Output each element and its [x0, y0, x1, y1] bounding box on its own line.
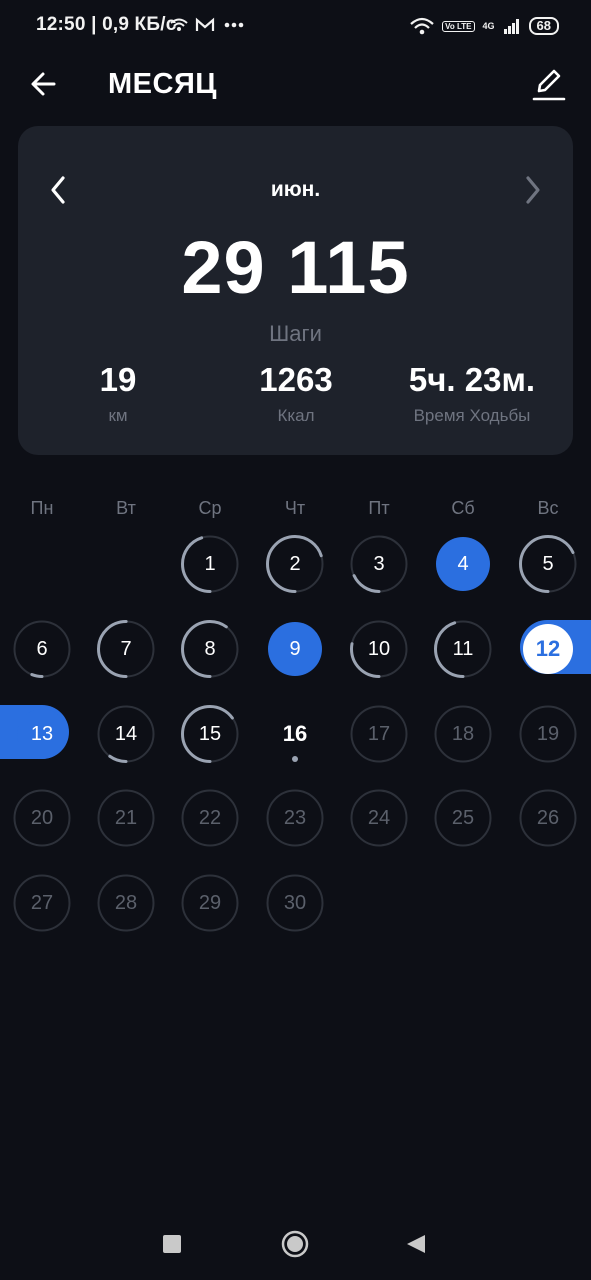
day-number: 27 [30, 892, 54, 914]
month-summary-card: июн. 29 115 Шаги 19 км 1263 Ккал 5ч. 23м… [18, 126, 573, 455]
day-number: 6 [36, 638, 48, 660]
wifi-signal-icon [410, 17, 434, 35]
calendar-day[interactable]: 19 [518, 704, 578, 764]
month-label: июн. [270, 178, 321, 201]
calendar-day[interactable]: 28 [96, 873, 156, 933]
calendar-day[interactable]: 26 [518, 788, 578, 848]
edit-icon[interactable] [531, 66, 567, 102]
steps-label: Шаги [269, 321, 322, 346]
distance-value: 19 [99, 361, 137, 398]
status-bar: 12:50 | 0,9 КБ/с Vo LTE 4G 68 [0, 0, 591, 52]
day-number: 23 [283, 807, 307, 829]
day-number: 13 [30, 723, 54, 745]
walk-time-value: 5ч. 23м. [408, 361, 536, 398]
calendar-day[interactable]: 12 [518, 619, 578, 679]
calendar-day[interactable]: 13 [12, 704, 72, 764]
weekday-label: Сб [451, 498, 475, 518]
day-number: 19 [536, 723, 560, 745]
day-number: 14 [114, 723, 138, 745]
network-type: 4G [482, 21, 495, 31]
day-number: 29 [198, 892, 222, 914]
day-number: 8 [204, 638, 216, 660]
back-arrow-icon[interactable] [28, 68, 60, 100]
calendar-day[interactable]: 21 [96, 788, 156, 848]
day-number: 17 [367, 723, 391, 745]
day-number: 25 [451, 807, 475, 829]
calendar-day[interactable]: 29 [180, 873, 240, 933]
day-number: 16 [282, 721, 308, 746]
cell-signal-icon [503, 19, 519, 34]
steps-total: 29 115 [181, 226, 410, 309]
day-number: 9 [289, 638, 301, 660]
weekday-label: Чт [284, 498, 306, 518]
day-number: 7 [120, 638, 132, 660]
calendar-day[interactable]: 5 [518, 534, 578, 594]
page-title: МЕСЯЦ [108, 68, 217, 100]
day-number: 18 [451, 723, 475, 745]
calendar-day[interactable]: 16 [265, 704, 325, 764]
weekday-label: Вс [537, 498, 559, 518]
walk-time-label: Время Ходьбы [413, 406, 531, 425]
distance-stat: 19 км [33, 360, 203, 426]
volte-indicator: Vo LTE [442, 20, 475, 32]
weekday-label: Вт [116, 498, 136, 518]
nav-back-icon[interactable] [404, 1232, 428, 1256]
calendar-day[interactable]: 7 [96, 619, 156, 679]
day-number: 28 [114, 892, 138, 914]
day-number: 3 [373, 553, 385, 575]
weekday-label: Пн [30, 498, 54, 518]
calendar-day[interactable]: 15 [180, 704, 240, 764]
calendar-day[interactable]: 3 [349, 534, 409, 594]
recent-apps-icon[interactable] [163, 1235, 181, 1253]
day-number: 12 [535, 636, 561, 661]
calendar-day[interactable]: 24 [349, 788, 409, 848]
day-number: 20 [30, 807, 54, 829]
calendar-day[interactable]: 6 [12, 619, 72, 679]
weekday-label: Ср [198, 498, 222, 518]
calories-value: 1263 [259, 361, 333, 398]
day-number: 5 [542, 553, 554, 575]
day-number: 22 [198, 807, 222, 829]
wifi-icon [170, 18, 188, 31]
calendar-day[interactable]: 23 [265, 788, 325, 848]
calendar-day[interactable]: 17 [349, 704, 409, 764]
app-header: МЕСЯЦ [0, 60, 591, 110]
home-icon[interactable] [281, 1230, 309, 1258]
next-month-chevron-icon[interactable] [521, 174, 545, 206]
calories-label: Ккал [277, 406, 315, 425]
status-time-speed: 12:50 | 0,9 КБ/с [36, 14, 177, 35]
calendar-day[interactable]: 22 [180, 788, 240, 848]
calendar-day[interactable]: 18 [433, 704, 493, 764]
day-number: 21 [114, 807, 138, 829]
day-number: 2 [289, 553, 301, 575]
calendar-day[interactable]: 20 [12, 788, 72, 848]
day-number: 10 [367, 638, 391, 660]
weekday-label: Пт [368, 498, 390, 518]
calendar-day[interactable]: 27 [12, 873, 72, 933]
calendar-day[interactable]: 30 [265, 873, 325, 933]
distance-label: км [108, 406, 128, 425]
day-number: 11 [452, 638, 474, 660]
calendar-day[interactable]: 8 [180, 619, 240, 679]
walk-time-stat: 5ч. 23м. Время Ходьбы [387, 360, 557, 426]
calendar-day[interactable]: 10 [349, 619, 409, 679]
calendar-day[interactable]: 9 [265, 619, 325, 679]
day-number: 30 [283, 892, 307, 914]
calendar-day[interactable]: 4 [433, 534, 493, 594]
system-nav-bar [0, 1210, 591, 1280]
calories-stat: 1263 Ккал [211, 360, 381, 426]
calendar-day[interactable]: 11 [433, 619, 493, 679]
calendar-day[interactable]: 25 [433, 788, 493, 848]
calendar-day[interactable]: 14 [96, 704, 156, 764]
more-notifications-icon [224, 22, 244, 28]
mail-icon [195, 17, 215, 31]
day-number: 15 [198, 723, 222, 745]
day-number: 4 [457, 553, 469, 575]
battery-level: 68 [528, 17, 559, 35]
calendar-day[interactable]: 2 [265, 534, 325, 594]
day-number: 24 [367, 807, 391, 829]
calendar-day[interactable]: 1 [180, 534, 240, 594]
day-number: 1 [204, 553, 216, 575]
day-number: 26 [536, 807, 560, 829]
